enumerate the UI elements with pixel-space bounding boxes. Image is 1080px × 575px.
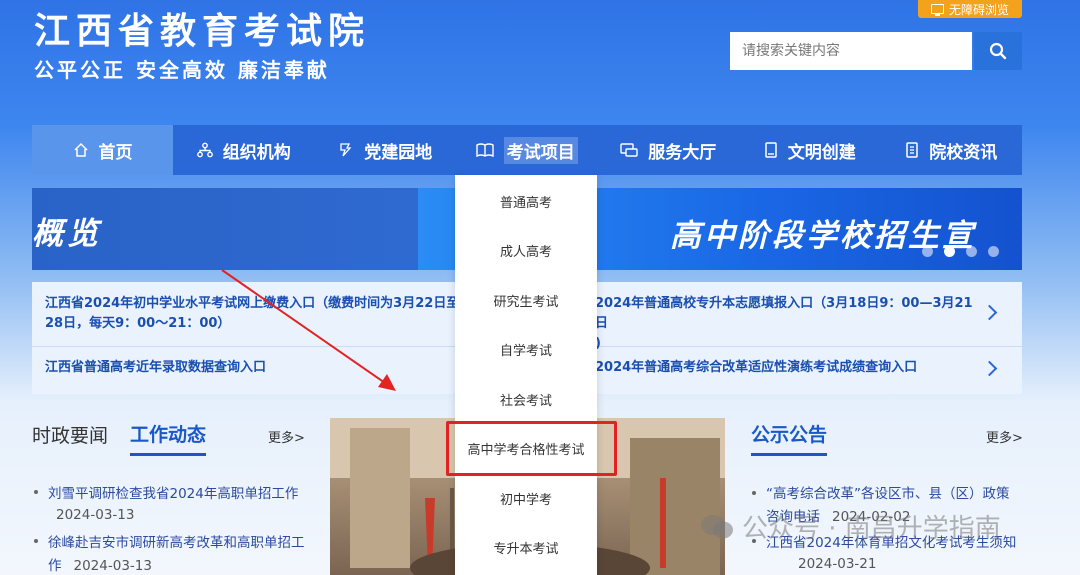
book-icon bbox=[476, 143, 494, 158]
news-date: 2024-03-13 bbox=[56, 507, 135, 523]
nav-label: 院校资讯 bbox=[929, 142, 998, 163]
news-title: 徐峰赴吉安市调研新高考改革和高职单招工 bbox=[48, 535, 305, 551]
exam-projects-dropdown: 普通高考 成人高考 研究生考试 自学考试 社会考试 高中学考合格性考试 初中学考… bbox=[455, 175, 597, 575]
service-icon bbox=[620, 143, 638, 157]
quick-link[interactable]: 江西省2024年初中学业水平考试网上缴费入口（缴费时间为3月22日至 28日，每… bbox=[45, 294, 465, 334]
home-icon bbox=[73, 142, 88, 157]
org-chart-icon bbox=[196, 142, 213, 158]
news-date: 2024-03-13 bbox=[73, 558, 152, 574]
dropdown-item[interactable]: 成人高考 bbox=[455, 241, 597, 260]
nav-label: 服务大厅 bbox=[648, 142, 717, 163]
highlight-box bbox=[446, 421, 617, 476]
quick-link-line: 28日，每天9：00～21：00） bbox=[45, 316, 231, 331]
chevron-right-icon[interactable] bbox=[981, 304, 998, 321]
quick-link-line: 2024年普通高校专升本志愿填报入口（3月18日9：00—3月21日 bbox=[595, 296, 973, 331]
nav-service-hall[interactable]: 服务大厅 bbox=[598, 125, 740, 175]
dropdown-item[interactable]: 自学考试 bbox=[455, 340, 597, 359]
quick-link[interactable]: 2024年普通高校专升本志愿填报入口（3月18日9：00—3月21日 ) bbox=[595, 294, 980, 354]
accessibility-button[interactable]: 无障碍浏览 bbox=[918, 0, 1022, 18]
banner-left-text: 概览 bbox=[32, 216, 102, 252]
dropdown-item[interactable]: 专升本考试 bbox=[455, 538, 597, 557]
search-button[interactable] bbox=[974, 32, 1022, 70]
tablet-icon bbox=[765, 142, 777, 158]
site-title[interactable]: 江西省教育考试院 bbox=[34, 2, 370, 54]
nav-label: 组织机构 bbox=[222, 142, 291, 163]
notices-title[interactable]: 公示公告 bbox=[751, 420, 828, 456]
carousel-dot[interactable] bbox=[922, 246, 933, 257]
dropdown-item[interactable]: 普通高考 bbox=[455, 192, 597, 211]
nav-label: 考试项目 bbox=[503, 136, 578, 164]
document-icon bbox=[906, 142, 918, 158]
quick-link-line: 江西省2024年初中学业水平考试网上缴费入口（缴费时间为3月22日至 bbox=[45, 296, 460, 311]
news-more-link[interactable]: 更多> bbox=[268, 427, 305, 446]
bullet bbox=[34, 490, 38, 494]
chevron-right-icon[interactable] bbox=[981, 360, 998, 377]
tab-work-news[interactable]: 工作动态 bbox=[130, 420, 207, 456]
party-building-icon bbox=[340, 143, 352, 157]
search-icon bbox=[989, 42, 1007, 60]
nav-school-news[interactable]: 院校资讯 bbox=[881, 125, 1023, 175]
watermark: 公众号 · 南昌升学指南 bbox=[700, 508, 1001, 545]
nav-party-building[interactable]: 党建园地 bbox=[315, 125, 457, 175]
news-title: 刘雪平调研检查我省2024年高职单招工作 bbox=[48, 486, 299, 502]
dropdown-item[interactable]: 社会考试 bbox=[455, 390, 597, 409]
watermark-text: 公众号 · 南昌升学指南 bbox=[742, 514, 1001, 544]
bullet bbox=[752, 491, 756, 495]
nav-label: 首页 bbox=[98, 142, 133, 163]
nav-organization[interactable]: 组织机构 bbox=[173, 125, 315, 175]
bullet bbox=[34, 539, 38, 543]
carousel-dot-active[interactable] bbox=[944, 246, 955, 257]
news-title-cont: 作 bbox=[48, 558, 62, 574]
site-slogan: 公平公正 安全高效 廉洁奉献 bbox=[34, 58, 330, 82]
monitor-icon bbox=[930, 4, 944, 16]
banner-overview[interactable]: 概览 bbox=[32, 188, 418, 270]
carousel-dot[interactable] bbox=[988, 246, 999, 257]
search-input[interactable] bbox=[730, 32, 972, 70]
carousel-dot[interactable] bbox=[966, 246, 977, 257]
tab-political-news[interactable]: 时政要闻 bbox=[32, 421, 108, 448]
nav-exam-projects[interactable]: 考试项目 bbox=[456, 125, 598, 175]
nav-label: 文明创建 bbox=[787, 142, 856, 163]
accessibility-label: 无障碍浏览 bbox=[948, 2, 1009, 17]
nav-label: 党建园地 bbox=[364, 142, 433, 163]
nav-civilization[interactable]: 文明创建 bbox=[739, 125, 881, 175]
news-item[interactable]: 徐峰赴吉安市调研新高考改革和高职单招工 作 2024-03-13 bbox=[48, 531, 305, 574]
dropdown-item[interactable]: 研究生考试 bbox=[455, 291, 597, 310]
main-nav: 首页 组织机构 党建园地 考试项目 服务大厅 文明创建 院校资讯 bbox=[32, 125, 1022, 175]
carousel-dots bbox=[922, 246, 999, 257]
news-item[interactable]: 刘雪平调研检查我省2024年高职单招工作 2024-03-13 bbox=[48, 482, 298, 523]
wechat-icon bbox=[701, 514, 733, 538]
quick-link-line: ) bbox=[595, 336, 601, 351]
quick-link[interactable]: 江西省普通高考近年录取数据查询入口 bbox=[45, 358, 266, 378]
notice-title: “高考综合改革”各设区市、县（区）政策 bbox=[766, 486, 1010, 502]
notice-date: 2024-03-21 bbox=[798, 556, 877, 572]
dropdown-item[interactable]: 初中学考 bbox=[455, 489, 597, 508]
notices-more-link[interactable]: 更多> bbox=[986, 427, 1023, 446]
nav-home[interactable]: 首页 bbox=[32, 125, 173, 175]
quick-link[interactable]: 2024年普通高考综合改革适应性演练考试成绩查询入口 bbox=[595, 358, 917, 378]
